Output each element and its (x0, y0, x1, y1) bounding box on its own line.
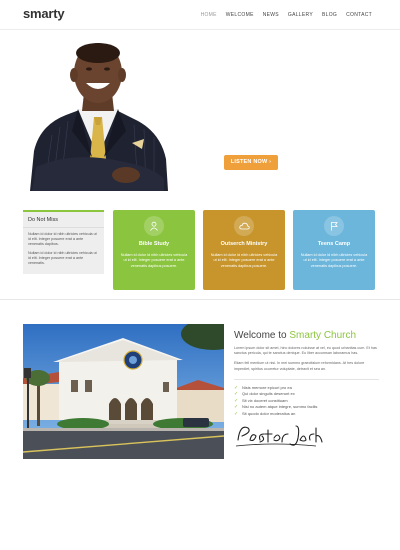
card-text: Nullam id dolor id nibh ultricies vehicu… (300, 253, 368, 268)
card-title: Outserch Ministry (220, 241, 268, 247)
card-text: Nullam id dolor id nibh ultricies vehicu… (210, 253, 278, 268)
welcome-checklist: ✓ Nisis memore epicuri pro ea ✓ Qui dolor … (234, 378, 379, 418)
check-icon: ✓ (234, 410, 239, 417)
card-teens-camp[interactable]: Teens Camp Nullam id dolor id nibh ultri… (293, 210, 375, 290)
person-icon (144, 216, 164, 236)
main-nav: HOME WELCOME NEWS GALLERY BLOG CONTACT (192, 12, 372, 18)
check-icon: ✓ (234, 397, 239, 404)
welcome-section: Welcome to Smarty Church Lorem ipsum dol… (234, 330, 379, 417)
nav-home[interactable]: HOME (201, 12, 217, 18)
pastor-signature (234, 418, 324, 452)
do-not-miss-title: Do Not Miss (23, 212, 104, 228)
site-header: smarty HOME WELCOME NEWS GALLERY BLOG CO… (0, 0, 400, 30)
do-not-miss-box: Do Not Miss Nullam id dolor id nibh ultr… (23, 210, 104, 274)
hero-slider: LISTEN NOW › (0, 31, 400, 191)
list-item: ✓ Sit quodo dolor moderatius an (234, 411, 379, 418)
welcome-title-prefix: Welcome to (234, 330, 290, 341)
pastor-photo (22, 39, 172, 191)
list-item-label: Sit quodo dolor moderatius an (242, 410, 296, 416)
nav-contact[interactable]: CONTACT (346, 12, 372, 18)
site-logo[interactable]: smarty (23, 6, 65, 21)
welcome-paragraph-2: Etiam fell mentium ut nisi. In mei summo… (234, 361, 365, 371)
flag-icon (324, 216, 344, 236)
nav-news[interactable]: NEWS (263, 12, 279, 18)
welcome-title-highlight: Smarty Church (289, 330, 357, 341)
nav-welcome[interactable]: WELCOME (226, 12, 254, 18)
card-title: Teens Camp (317, 241, 351, 247)
check-icon: ✓ (234, 404, 239, 411)
check-icon: ✓ (234, 384, 239, 391)
welcome-title: Welcome to Smarty Church (234, 330, 379, 341)
nav-gallery[interactable]: GALLERY (288, 12, 313, 18)
do-not-miss-text-2: Nullam id dolor id nibh ultricies vehicu… (28, 250, 97, 266)
welcome-paragraph-1: Lorem ipsum dolor sit amet, hinc dolores… (234, 346, 377, 356)
card-title: Bible Study (138, 241, 170, 247)
card-bible-study[interactable]: Bible Study Nullam id dolor id nibh ultr… (113, 210, 195, 290)
church-photo (23, 324, 224, 459)
features-section: Do Not Miss Nullam id dolor id nibh ultr… (0, 198, 400, 300)
card-text: Nullam id dolor id nibh ultricies vehicu… (120, 253, 188, 268)
nav-blog[interactable]: BLOG (322, 12, 337, 18)
listen-now-button[interactable]: LISTEN NOW › (224, 155, 278, 170)
cloud-icon (234, 216, 254, 236)
do-not-miss-text-1: Nullam id dolor id nibh ultricies vehicu… (28, 232, 97, 247)
check-icon: ✓ (234, 391, 239, 398)
card-outserch-ministry[interactable]: Outserch Ministry Nullam id dolor id nib… (203, 210, 285, 290)
